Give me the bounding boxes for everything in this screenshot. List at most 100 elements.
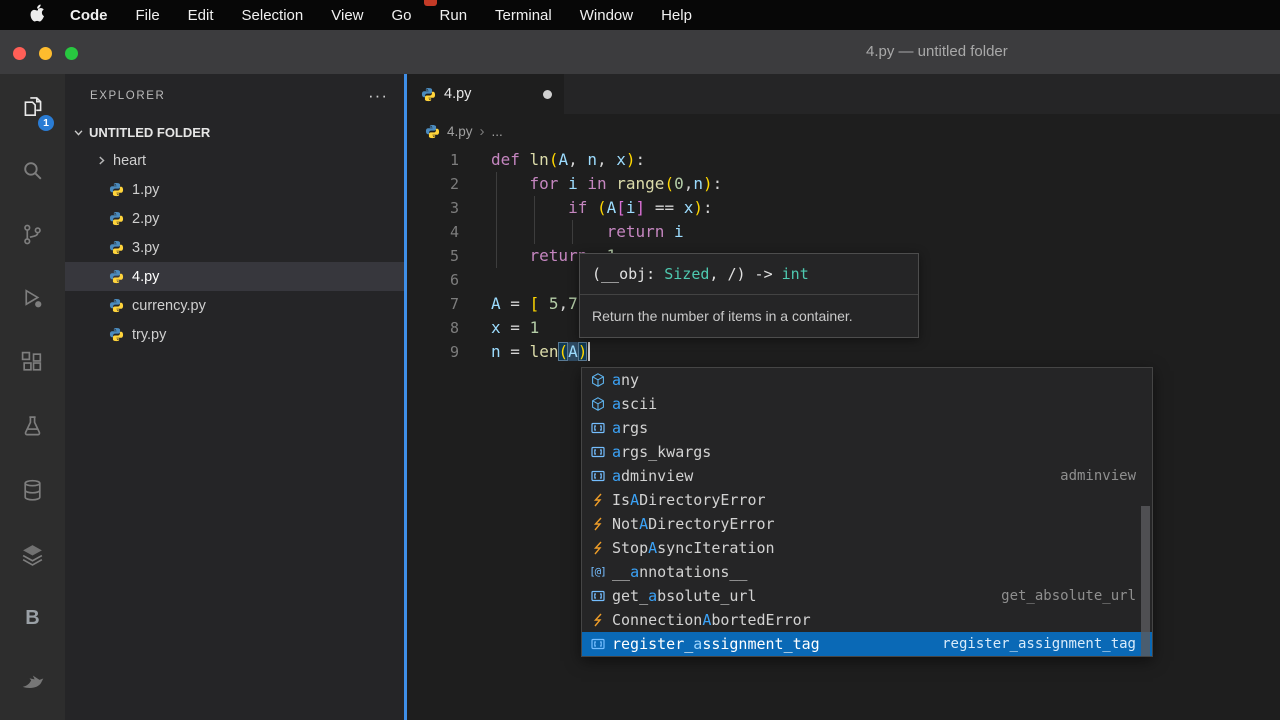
activity-layers-button[interactable]: [0, 522, 65, 586]
breadcrumb-file[interactable]: 4.py: [447, 124, 473, 139]
line-content: def ln(A, n, x):: [491, 150, 646, 169]
run-debug-icon: [20, 286, 45, 311]
line-content: for i in range(0,n):: [529, 174, 723, 193]
close-window-button[interactable]: [13, 47, 26, 60]
line-number: 2: [449, 175, 459, 193]
window-title-bar[interactable]: 4.py — untitled folder: [0, 30, 1280, 74]
symbol-variable-icon: [588, 636, 607, 653]
suggestion-detail: adminview: [1060, 468, 1136, 484]
indent-guide: [496, 172, 497, 268]
python-icon: [108, 327, 124, 343]
sidebar-editor-divider[interactable]: [404, 74, 407, 720]
suggestion-get_absolute_url[interactable]: get_absolute_url get_absolute_url: [582, 584, 1152, 608]
suggestion-__annotations__[interactable]: [@] __annotations__: [582, 560, 1152, 584]
menu-selection[interactable]: Selection: [228, 7, 318, 24]
menu-run[interactable]: Run: [426, 7, 482, 24]
activity-bird-button[interactable]: [0, 650, 65, 714]
suggestion-ConnectionAbortedError[interactable]: ConnectionAbortedError: [582, 608, 1152, 632]
vscode-window: Code File Edit Selection View Go Run Terminal Wi…: [0, 0, 1280, 720]
tree-file-2.py[interactable]: 2.py: [65, 204, 404, 233]
menu-view[interactable]: View: [317, 7, 377, 24]
suggestion-label: __annotations__: [612, 563, 748, 581]
suggestion-StopAsyncIteration[interactable]: StopAsyncIteration: [582, 536, 1152, 560]
menu-code[interactable]: Code: [56, 7, 122, 24]
chevron-down-icon: [73, 127, 84, 138]
file-label: currency.py: [132, 297, 206, 314]
tree-folder-heart[interactable]: heart: [65, 146, 404, 175]
activity-extensions-button[interactable]: [0, 330, 65, 394]
tab-4py[interactable]: 4.py: [407, 74, 564, 114]
symbol-variable-icon: [588, 468, 607, 485]
activity-search-button[interactable]: [0, 138, 65, 202]
source-control-icon: [20, 222, 45, 247]
tree-file-currency.py[interactable]: currency.py: [65, 291, 404, 320]
breadcrumbs[interactable]: 4.py › ...: [407, 114, 1280, 148]
menu-file[interactable]: File: [122, 7, 174, 24]
suggest-scrollbar-thumb[interactable]: [1141, 506, 1150, 656]
menu-window[interactable]: Window: [566, 7, 647, 24]
suggestion-IsADirectoryError[interactable]: IsADirectoryError: [582, 488, 1152, 512]
explorer-more-actions-button[interactable]: ···: [368, 87, 388, 104]
menu-edit[interactable]: Edit: [174, 7, 228, 24]
python-icon: [108, 182, 124, 198]
activity-run-debug-button[interactable]: [0, 266, 65, 330]
suggest-widget: any ascii args args_kwargs adminview adminvie…: [581, 367, 1153, 657]
tree-file-1.py[interactable]: 1.py: [65, 175, 404, 204]
text-cursor: [588, 342, 591, 361]
menu-terminal[interactable]: Terminal: [481, 7, 566, 24]
suggestion-label: register_assignment_tag: [612, 635, 820, 653]
symbol-class-icon: [588, 492, 607, 509]
code-line-9[interactable]: 9 n = len(A): [407, 340, 1280, 364]
symbol-variable-icon: [588, 444, 607, 461]
editor-tab-bar: 4.py: [407, 74, 1280, 114]
letter-b-icon: B: [25, 606, 40, 629]
explorer-header: EXPLORER ···: [65, 74, 404, 118]
file-label: 2.py: [132, 210, 160, 227]
suggestion-label: IsADirectoryError: [612, 491, 766, 509]
suggestion-register_assignment_tag[interactable]: register_assignment_tag register_assignme…: [582, 632, 1152, 656]
tree-file-try.py[interactable]: try.py: [65, 320, 404, 349]
symbol-module-icon: [588, 396, 607, 413]
activity-letter-b-button[interactable]: B: [0, 586, 65, 650]
code-line-2[interactable]: 2 for i in range(0,n):: [407, 172, 1280, 196]
tree-file-3.py[interactable]: 3.py: [65, 233, 404, 262]
python-icon: [108, 298, 124, 314]
suggestion-NotADirectoryError[interactable]: NotADirectoryError: [582, 512, 1152, 536]
code-line-4[interactable]: 4 return i: [407, 220, 1280, 244]
symbol-class-icon: [588, 516, 607, 533]
menu-help[interactable]: Help: [647, 7, 706, 24]
menu-go[interactable]: Go: [378, 7, 426, 24]
activity-explorer-button[interactable]: 1: [0, 74, 65, 138]
code-line-3[interactable]: 3 if (A[i] == x):: [407, 196, 1280, 220]
line-content: n = len(A): [477, 340, 591, 364]
testing-icon: [20, 414, 45, 439]
line-content: if (A[i] == x):: [568, 198, 713, 217]
minimize-window-button[interactable]: [39, 47, 52, 60]
line-number: 4: [449, 223, 459, 241]
breadcrumb-more[interactable]: ...: [492, 124, 503, 139]
code-editor[interactable]: 1 def ln(A, n, x): 2 for i in range(0,n): 3…: [407, 148, 1280, 720]
suggestion-args_kwargs[interactable]: args_kwargs: [582, 440, 1152, 464]
activity-database-button[interactable]: [0, 458, 65, 522]
activity-source-control-button[interactable]: [0, 202, 65, 266]
layers-icon: [20, 542, 45, 567]
suggestion-detail: get_absolute_url: [1001, 588, 1136, 604]
line-content: [477, 268, 491, 292]
activity-testing-button[interactable]: [0, 394, 65, 458]
folder-section-header[interactable]: UNTITLED FOLDER: [65, 118, 404, 146]
unsaved-changes-indicator[interactable]: [543, 89, 552, 99]
zoom-window-button[interactable]: [65, 47, 78, 60]
suggestion-any[interactable]: any: [582, 368, 1152, 392]
line-number: 5: [449, 247, 459, 265]
suggestion-args[interactable]: args: [582, 416, 1152, 440]
python-icon: [108, 211, 124, 227]
apple-menu[interactable]: [30, 4, 46, 26]
symbol-class-icon: [588, 612, 607, 629]
suggestion-adminview[interactable]: adminview adminview: [582, 464, 1152, 488]
suggestion-ascii[interactable]: ascii: [582, 392, 1152, 416]
explorer-sidebar: EXPLORER ··· UNTITLED FOLDER heart 1.py 2.…: [65, 74, 404, 720]
tree-file-4.py[interactable]: 4.py: [65, 262, 404, 291]
symbol-variable-icon: [588, 588, 607, 605]
code-line-1[interactable]: 1 def ln(A, n, x):: [407, 148, 1280, 172]
hover-signature: (__obj: Sized, /) -> int: [592, 265, 809, 283]
